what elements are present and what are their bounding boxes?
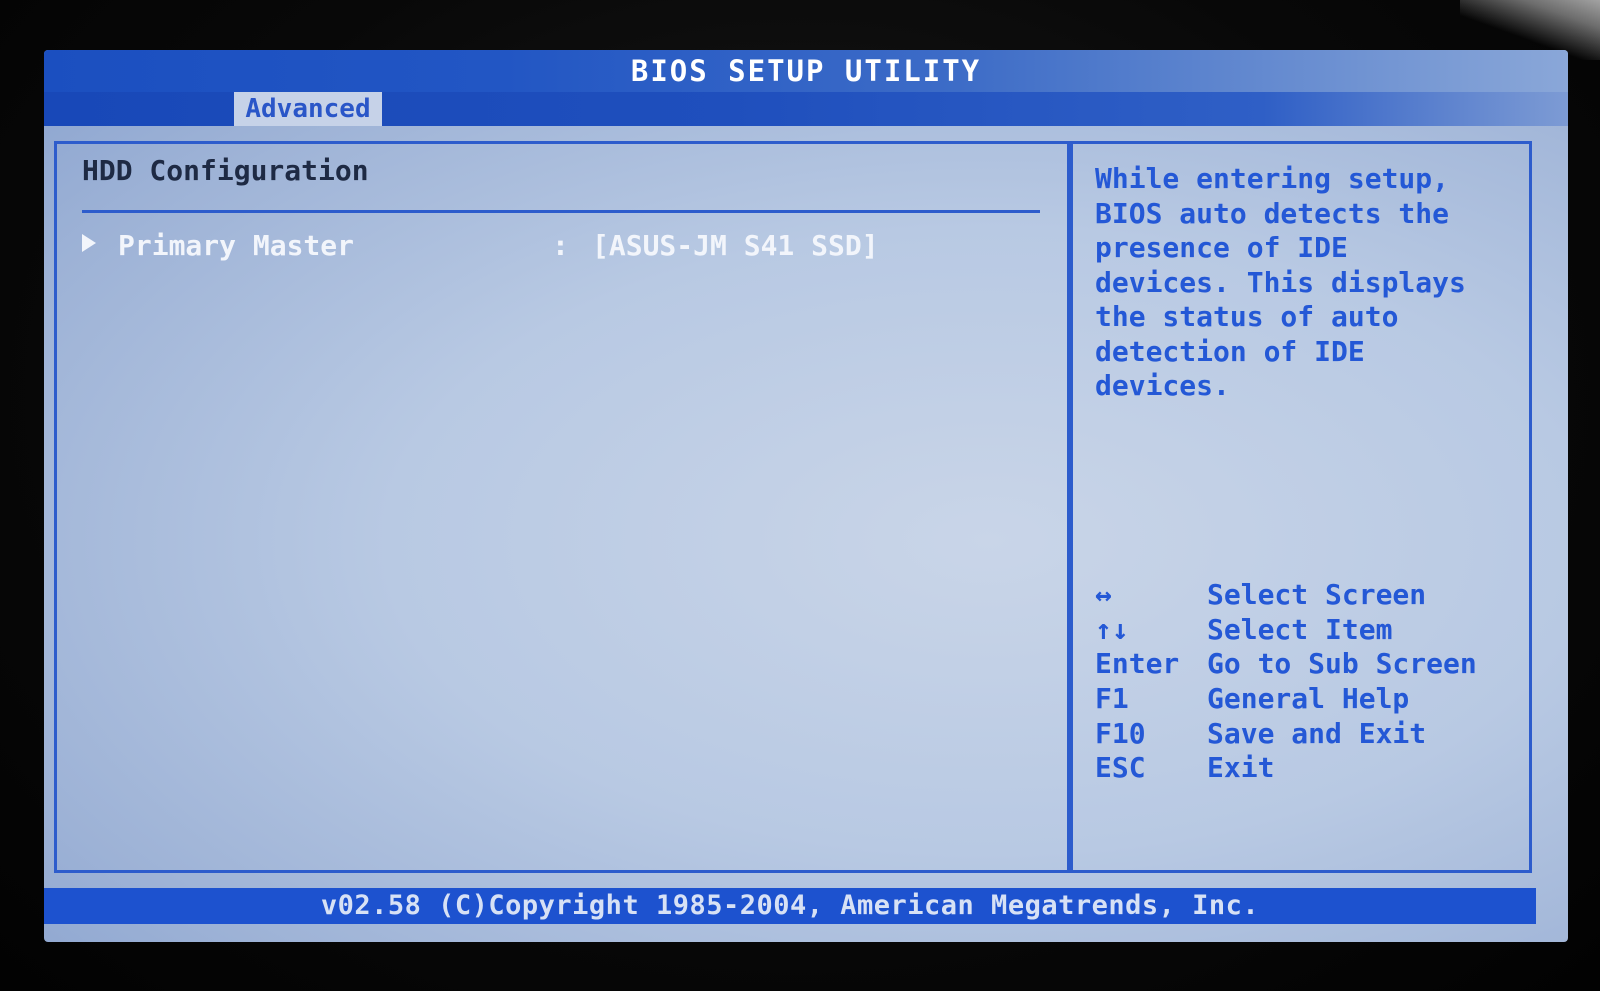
menu-item-value: [ASUS-JM S41 SSD]: [592, 229, 879, 262]
key-row-f1: F1 General Help: [1095, 682, 1515, 717]
help-line: While entering setup,: [1095, 162, 1450, 195]
bios-screen: BIOS SETUP UTILITY Advanced HDD Configur…: [44, 50, 1568, 942]
key-description: Save and Exit: [1207, 716, 1427, 750]
help-line: devices.: [1095, 369, 1230, 402]
key-row-enter: Enter Go to Sub Screen: [1095, 647, 1515, 682]
key-description: Select Item: [1207, 612, 1393, 646]
help-line: BIOS auto detects the: [1095, 196, 1450, 230]
tab-advanced[interactable]: Advanced: [234, 92, 382, 126]
key-row-esc: ESC Exit: [1095, 751, 1515, 786]
key-row-select-screen: ↔ Select Screen: [1095, 578, 1515, 613]
section-divider: [82, 210, 1040, 213]
triangle-right-icon: [82, 234, 96, 252]
up-down-arrow-icon: ↑↓: [1095, 612, 1129, 646]
help-description: While entering setup, BIOS auto detects …: [1095, 162, 1515, 404]
footer-bar: v02.58 (C)Copyright 1985-2004, American …: [44, 888, 1536, 924]
key-row-f10: F10 Save and Exit: [1095, 717, 1515, 752]
left-right-arrow-icon: ↔: [1095, 578, 1112, 611]
help-line: detection of IDE: [1095, 334, 1365, 368]
title-bar: BIOS SETUP UTILITY: [44, 50, 1568, 92]
menu-item-label: Primary Master: [118, 229, 355, 262]
key-description: Go to Sub Screen: [1207, 647, 1477, 681]
help-line: presence of IDE: [1095, 231, 1348, 264]
menu-item-primary-master[interactable]: Primary Master : [ASUS-JM S41 SSD]: [82, 226, 982, 266]
key-name: F10: [1095, 716, 1146, 750]
key-row-select-item: ↑↓ Select Item: [1095, 613, 1515, 648]
key-description: Exit: [1207, 751, 1275, 785]
key-description: Select Screen: [1207, 578, 1427, 611]
key-name: ESC: [1095, 751, 1146, 785]
key-name: Enter: [1095, 647, 1180, 681]
tab-bar: Advanced: [44, 92, 1568, 126]
section-title: HDD Configuration: [82, 154, 369, 187]
help-line: the status of auto: [1095, 300, 1399, 333]
window-title: BIOS SETUP UTILITY: [630, 54, 982, 88]
help-line: devices. This displays: [1095, 265, 1466, 299]
copyright-text: v02.58 (C)Copyright 1985-2004, American …: [320, 890, 1260, 921]
menu-item-separator: :: [552, 229, 569, 262]
key-description: General Help: [1207, 682, 1410, 716]
key-legend: ↔ Select Screen ↑↓ Select Item Enter Go …: [1095, 578, 1515, 786]
key-name: F1: [1095, 682, 1129, 716]
